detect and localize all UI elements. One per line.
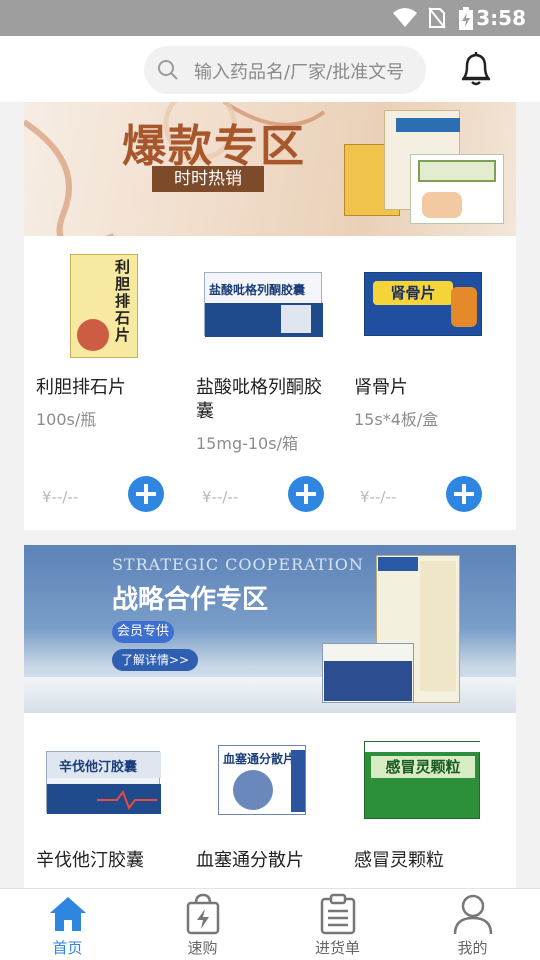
status-time: 3:58 xyxy=(476,6,526,30)
tab-home[interactable]: 首页 xyxy=(0,889,135,960)
product-spec: 15s*4板/盒 xyxy=(354,410,439,429)
product-name: 肾骨片 xyxy=(354,377,408,398)
product-price: ¥--/-- xyxy=(42,488,79,506)
order-list-icon xyxy=(317,893,359,939)
tab-profile[interactable]: 我的 xyxy=(405,889,540,960)
product-image: 辛伐他汀胶囊 xyxy=(24,723,174,843)
strategic-cooperation-banner[interactable]: STRATEGIC COOPERATION 战略合作专区 会员专供 了解详情>> xyxy=(24,545,516,713)
banner-product-boxes xyxy=(320,551,510,707)
wifi-icon xyxy=(392,7,418,33)
search-placeholder: 输入药品名/厂家/批准文号 xyxy=(194,62,405,83)
notification-bell-icon[interactable] xyxy=(458,50,494,92)
add-to-cart-button[interactable] xyxy=(128,476,164,512)
product-name: 感冒灵颗粒 xyxy=(354,850,444,871)
product-image: 盐酸吡格列酮胶囊 xyxy=(184,250,334,370)
product-spec: 100s/瓶 xyxy=(36,410,97,429)
search-bar[interactable]: 输入药品名/厂家/批准文号 xyxy=(144,46,426,94)
tab-label: 首页 xyxy=(52,939,83,957)
search-icon xyxy=(156,58,180,86)
tab-purchase-order[interactable]: 进货单 xyxy=(270,889,405,960)
product-name: 辛伐他汀胶囊 xyxy=(36,850,144,871)
product-image: 利胆排石片 xyxy=(24,250,174,370)
strategic-banner-title: 战略合作专区 xyxy=(112,585,269,615)
product-box-label: 盐酸吡格列酮胶囊 xyxy=(209,283,306,297)
hot-products-banner[interactable]: 爆款专区 时时热销 xyxy=(24,102,516,236)
tab-label: 进货单 xyxy=(314,939,360,957)
learn-more-button[interactable]: 了解详情>> xyxy=(112,649,198,671)
product-spec: 15mg-10s/箱 xyxy=(196,434,298,453)
product-box-label: 感冒灵颗粒 xyxy=(371,756,475,778)
member-exclusive-badge: 会员专供 xyxy=(112,621,174,643)
hot-banner-title: 爆款专区 xyxy=(122,121,306,172)
product-image: 感冒灵颗粒 xyxy=(342,723,492,843)
strategic-cooperation-section: STRATEGIC COOPERATION 战略合作专区 会员专供 了解详情>>… xyxy=(24,545,516,888)
no-sim-icon xyxy=(428,7,446,33)
product-name: 盐酸吡格列酮胶囊 xyxy=(196,377,322,422)
product-box-label: 辛伐他汀胶囊 xyxy=(59,760,138,775)
home-icon xyxy=(47,893,89,939)
product-box-label: 肾骨片 xyxy=(373,281,453,305)
profile-icon xyxy=(452,893,494,939)
product-image: 血塞通分散片 xyxy=(184,723,334,843)
add-to-cart-button[interactable] xyxy=(446,476,482,512)
bottom-tab-bar: 首页 速购 进货单 我的 xyxy=(0,888,540,960)
top-header: 输入药品名/厂家/批准文号 xyxy=(0,36,540,102)
battery-charging-icon xyxy=(458,7,474,35)
banner-product-boxes xyxy=(344,106,514,232)
tab-label: 我的 xyxy=(457,939,488,957)
tab-quick-buy[interactable]: 速购 xyxy=(135,889,270,960)
product-image: 肾骨片 xyxy=(342,250,492,370)
status-bar: 3:58 xyxy=(0,0,540,36)
product-box-label: 血塞通分散片 xyxy=(223,752,296,766)
add-to-cart-button[interactable] xyxy=(288,476,324,512)
tab-label: 速购 xyxy=(187,939,218,957)
hot-products-section: 爆款专区 时时热销 利胆排石片 利胆排石片 100s/瓶 ¥--/-- 盐酸吡格… xyxy=(24,102,516,530)
product-name: 利胆排石片 xyxy=(36,377,126,398)
home-content[interactable]: 爆款专区 时时热销 利胆排石片 利胆排石片 100s/瓶 ¥--/-- 盐酸吡格… xyxy=(0,102,540,888)
product-price: ¥--/-- xyxy=(360,488,397,506)
hot-banner-subtitle: 时时热销 xyxy=(152,166,264,192)
product-price: ¥--/-- xyxy=(202,488,239,506)
quick-buy-bag-icon xyxy=(182,893,224,939)
product-name: 血塞通分散片 xyxy=(196,850,304,871)
product-box-label: 利胆排石片 xyxy=(115,258,131,344)
